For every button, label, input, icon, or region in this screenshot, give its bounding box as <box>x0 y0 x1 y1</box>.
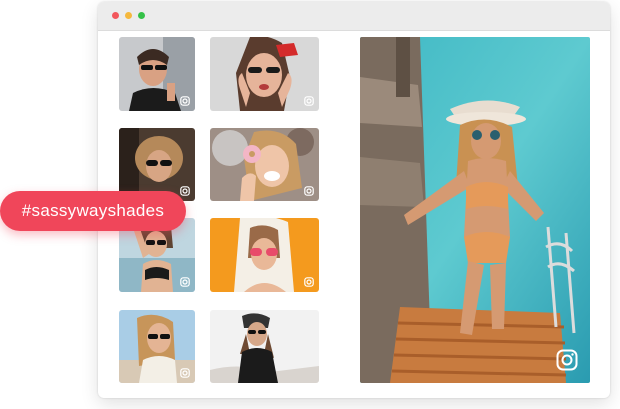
close-window-button[interactable] <box>112 12 119 19</box>
instagram-icon <box>304 186 314 196</box>
minimize-window-button[interactable] <box>125 12 132 19</box>
hashtag-pill: #sassywayshades <box>0 191 186 231</box>
gallery-thumbnail[interactable] <box>210 310 319 383</box>
gallery-thumbnail[interactable] <box>210 128 319 201</box>
instagram-icon <box>180 368 190 378</box>
gallery-thumbnail[interactable] <box>210 37 319 111</box>
title-bar <box>98 2 610 31</box>
instagram-icon <box>556 349 578 371</box>
instagram-icon <box>180 277 190 287</box>
instagram-icon <box>180 96 190 106</box>
gallery-thumbnail[interactable] <box>210 218 319 292</box>
gallery-thumbnail[interactable] <box>119 37 195 111</box>
maximize-window-button[interactable] <box>138 12 145 19</box>
instagram-icon <box>304 96 314 106</box>
featured-photo[interactable] <box>360 37 590 383</box>
gallery-thumbnail[interactable] <box>119 310 195 383</box>
instagram-icon <box>304 277 314 287</box>
instagram-icon <box>180 186 190 196</box>
